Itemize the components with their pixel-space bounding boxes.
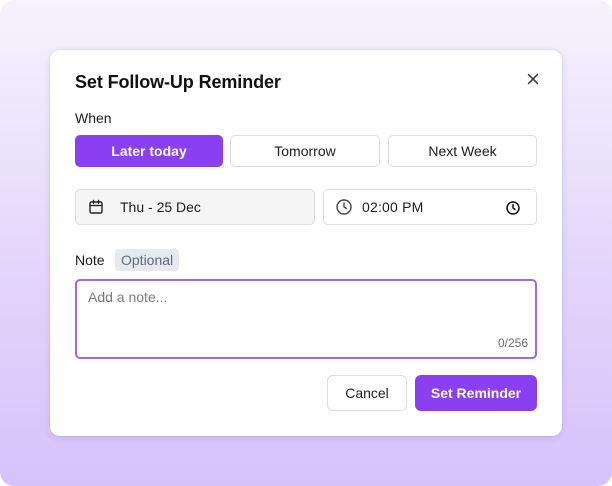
note-field-container: 0/256 (75, 279, 537, 359)
note-label: Note (75, 252, 105, 268)
date-value: Thu - 25 Dec (120, 199, 201, 215)
time-value: 02:00 PM (362, 199, 424, 215)
page-backdrop: Set Follow-Up Reminder When Later today … (0, 0, 612, 486)
close-icon (527, 73, 539, 85)
date-picker-field[interactable]: Thu - 25 Dec (75, 189, 315, 225)
calendar-icon (88, 199, 104, 215)
dialog-title: Set Follow-Up Reminder (75, 72, 281, 92)
option-later-today[interactable]: Later today (75, 135, 223, 167)
time-picker-field[interactable]: 02:00 PM (323, 189, 537, 225)
cancel-button[interactable]: Cancel (327, 375, 407, 411)
note-input[interactable] (88, 289, 524, 333)
when-label: When (75, 110, 112, 126)
note-char-count: 0/256 (497, 336, 528, 350)
set-reminder-button[interactable]: Set Reminder (415, 375, 537, 411)
option-next-week[interactable]: Next Week (388, 135, 537, 167)
close-button[interactable] (524, 70, 542, 88)
option-tomorrow[interactable]: Tomorrow (230, 135, 380, 167)
reminder-dialog: Set Follow-Up Reminder When Later today … (50, 50, 562, 436)
optional-badge: Optional (115, 249, 180, 271)
clock-icon (335, 198, 353, 216)
time-picker-clock-icon[interactable] (505, 200, 521, 216)
